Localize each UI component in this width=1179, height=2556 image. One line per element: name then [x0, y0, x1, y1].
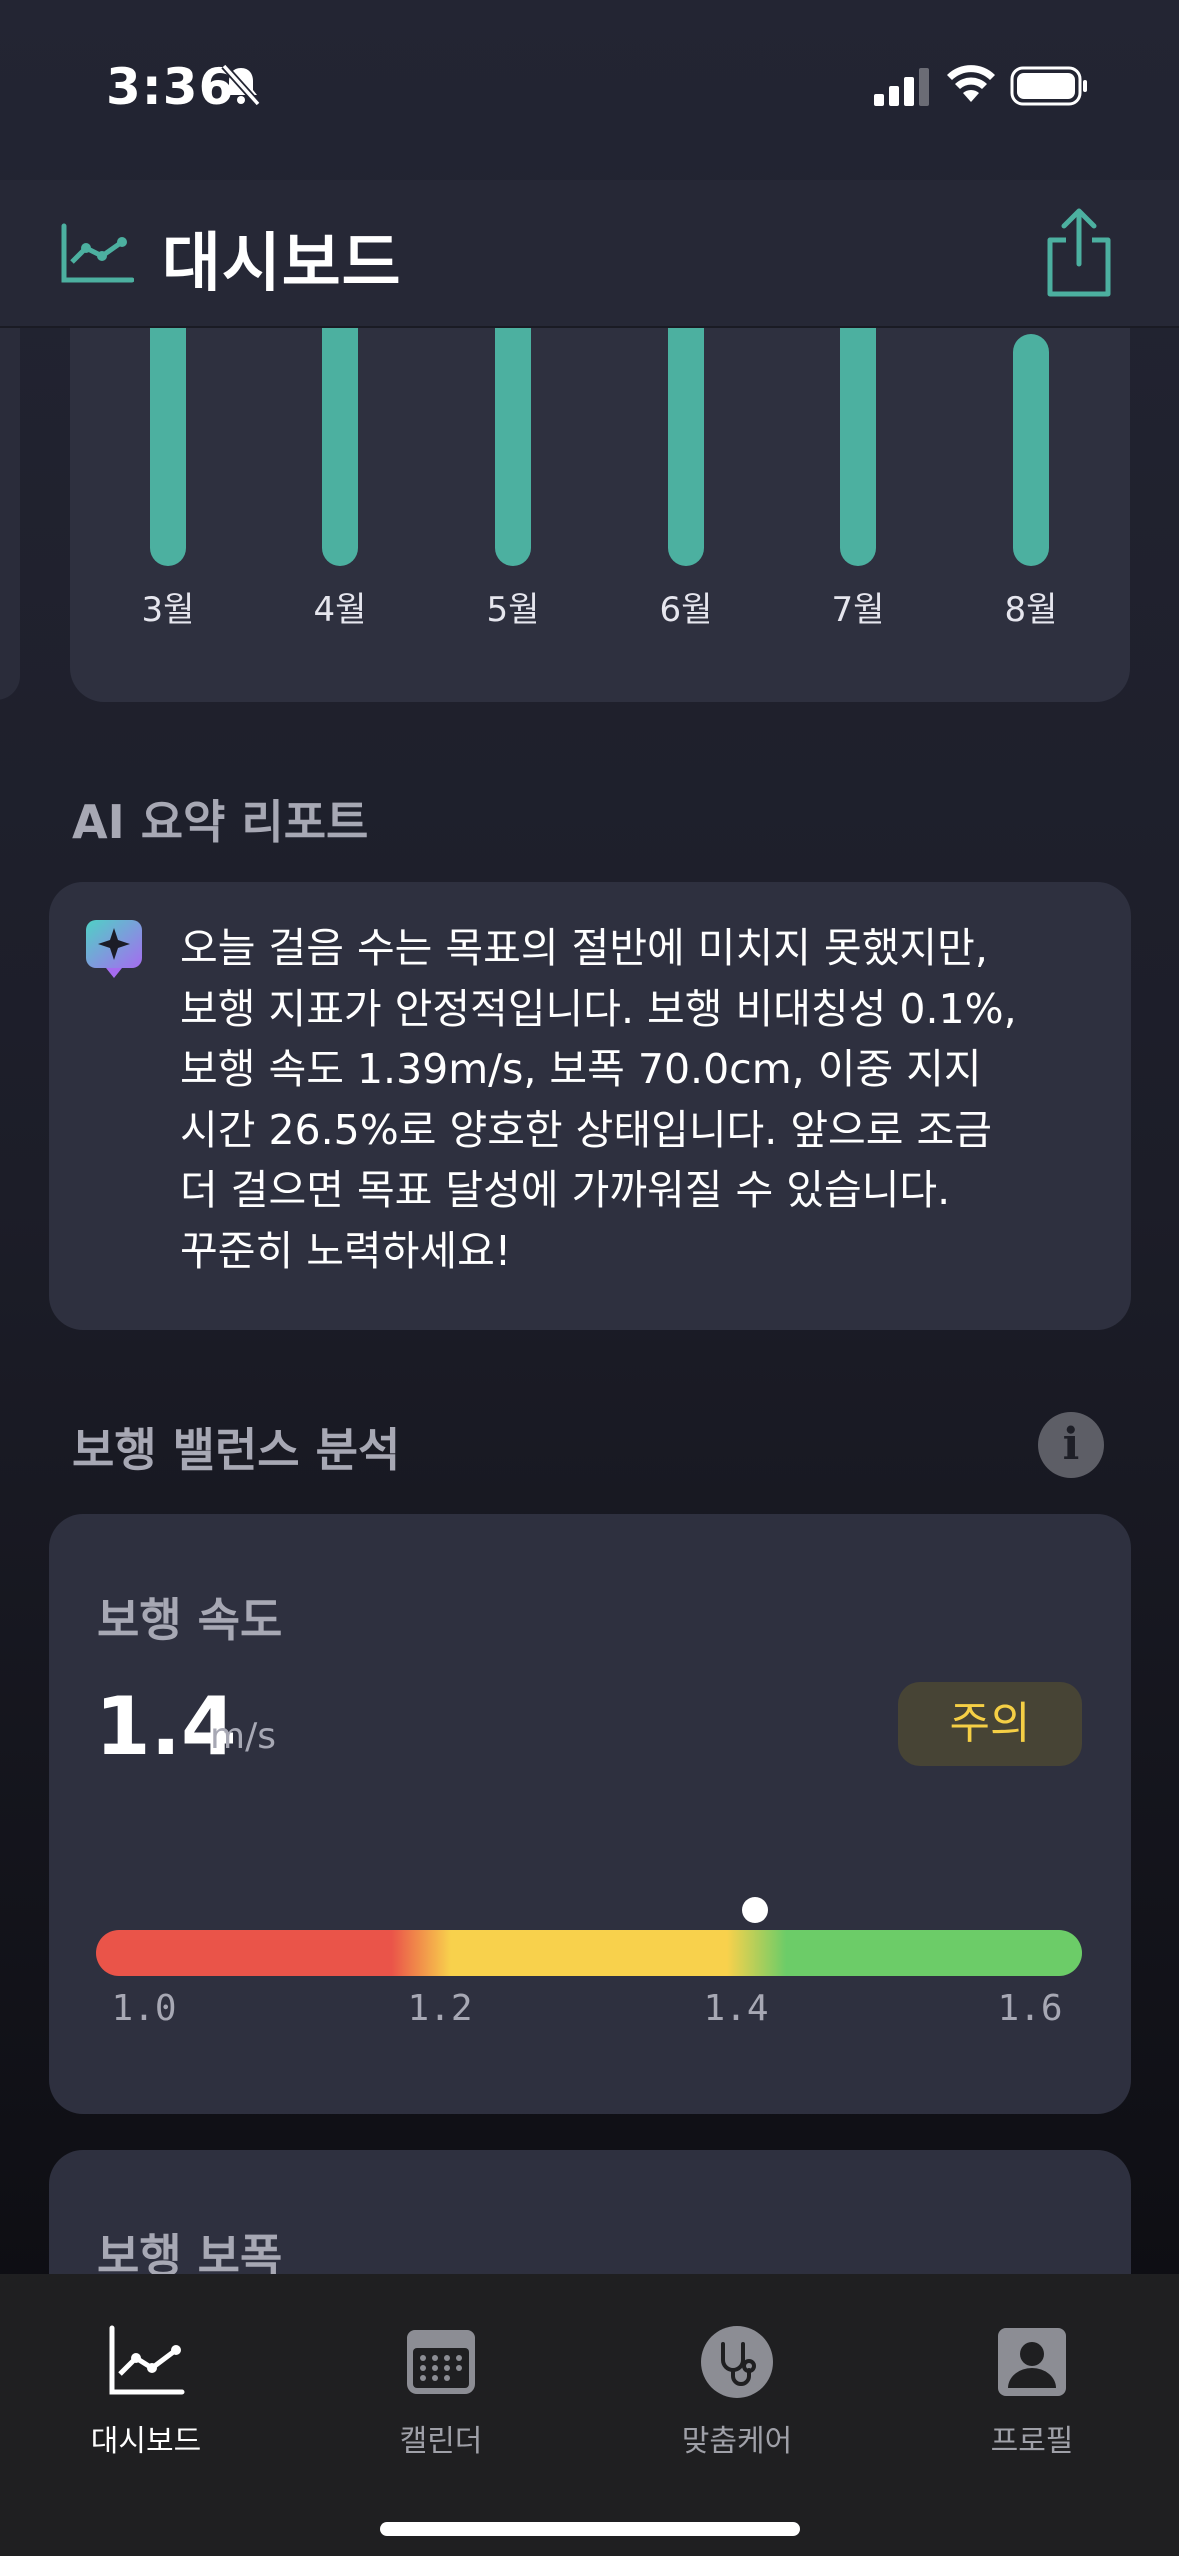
tab-care[interactable]: 맞춤케어 — [637, 2274, 837, 2474]
gauge-tick-label: 1.2 — [407, 1988, 473, 2029]
gauge-tick-label: 1.0 — [111, 1988, 177, 2029]
month-label: 4월 — [313, 590, 367, 630]
person-icon — [998, 2328, 1066, 2396]
ai-report-title: AI 요약 리포트 — [72, 795, 369, 849]
share-icon[interactable] — [1042, 204, 1116, 300]
status-time: 3:36 — [106, 58, 235, 116]
ai-report-text: 오늘 걸음 수는 목표의 절반에 미치지 못했지만, 보행 지표가 안정적입니다… — [180, 924, 1017, 1275]
calendar-icon — [407, 2330, 475, 2394]
month-bar — [668, 290, 704, 566]
home-indicator[interactable] — [380, 2522, 800, 2536]
gauge-tick-label: 1.6 — [997, 1988, 1063, 2029]
tab-bar: 대시보드 캘린더 맞춤케어 프로필 — [0, 2274, 1179, 2556]
balance-section-title: 보행 밸런스 분석 — [72, 1423, 401, 1477]
page-title: 대시보드 — [162, 227, 402, 301]
month-bar — [322, 290, 358, 566]
tab-label: 맞춤케어 — [681, 2424, 793, 2459]
status-badge: 주의 — [898, 1682, 1082, 1766]
signal-icon — [874, 68, 929, 106]
ai-sparkle-icon — [86, 920, 142, 978]
chart-line-icon — [109, 2325, 185, 2395]
bell-off-icon — [221, 63, 261, 107]
month-label: 3월 — [141, 590, 195, 630]
wifi-icon — [947, 65, 995, 102]
tab-calendar[interactable]: 캘린더 — [341, 2274, 541, 2474]
month-label: 6월 — [659, 590, 713, 630]
tab-label: 대시보드 — [90, 2424, 202, 2459]
chart-line-icon — [61, 223, 134, 283]
monthly-steps-chart-card — [70, 290, 1130, 702]
previous-card-edge — [0, 290, 20, 700]
tab-profile[interactable]: 프로필 — [932, 2274, 1132, 2474]
stethoscope-icon — [701, 2326, 773, 2398]
month-bar — [1013, 334, 1049, 566]
gauge-tick-label: 1.4 — [703, 1988, 769, 2029]
gait-speed-label: 보행 속도 — [97, 1593, 283, 1647]
gait-speed-unit: m/s — [210, 1716, 276, 1757]
tab-label: 캘린더 — [399, 2424, 483, 2459]
gait-speed-gauge — [96, 1930, 1082, 1976]
gauge-marker — [741, 1897, 768, 1923]
tab-label: 프로필 — [990, 2424, 1074, 2459]
battery-icon — [1010, 66, 1087, 106]
month-label: 5월 — [486, 590, 540, 630]
month-label: 8월 — [1004, 590, 1058, 630]
info-button[interactable]: i — [1038, 1412, 1104, 1478]
app-header: 대시보드 — [0, 180, 1179, 328]
month-bar — [495, 290, 531, 566]
month-bar — [840, 290, 876, 566]
month-label: 7월 — [831, 590, 885, 630]
month-bar — [150, 290, 186, 566]
tab-dashboard[interactable]: 대시보드 — [46, 2274, 246, 2474]
